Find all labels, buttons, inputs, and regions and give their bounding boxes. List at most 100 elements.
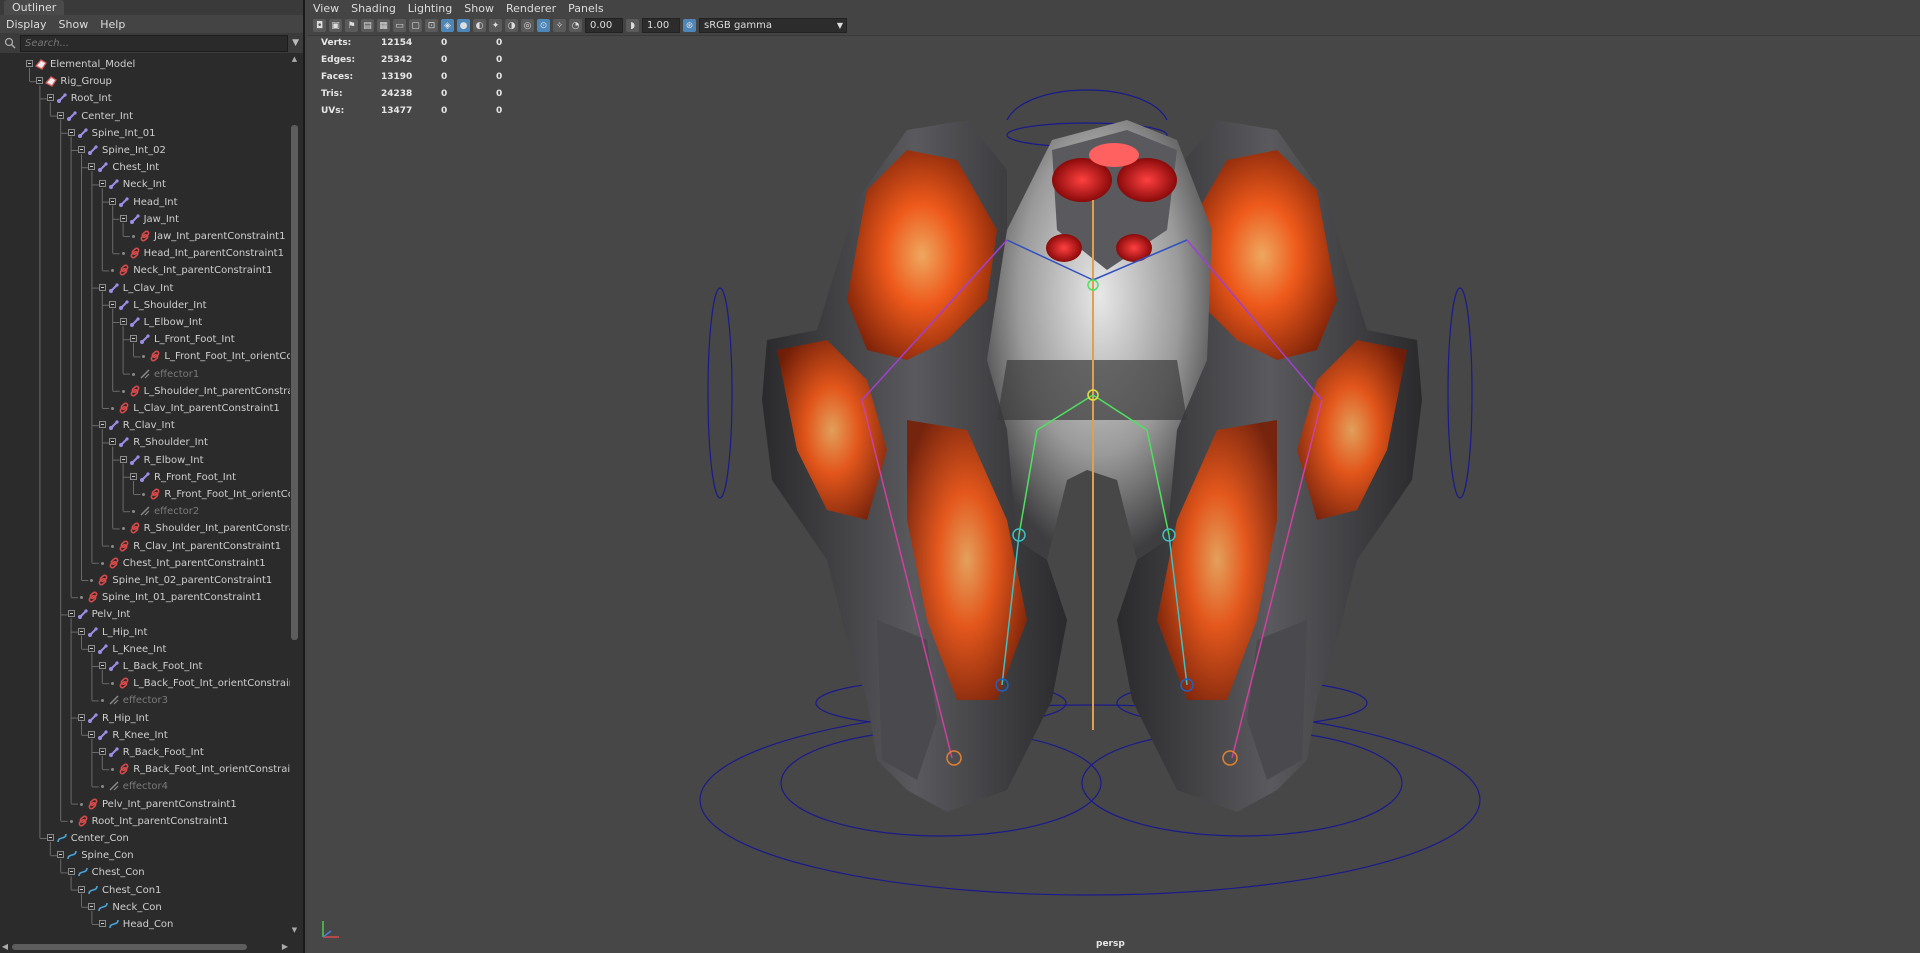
scroll-up-arrow-icon[interactable]: ▲ <box>290 55 299 64</box>
collapse-toggle-icon[interactable] <box>109 438 117 446</box>
collapse-toggle-icon[interactable] <box>98 283 106 291</box>
outliner-item[interactable]: Jaw_Int <box>0 211 290 228</box>
film-gate-icon[interactable]: ▭ <box>393 19 406 32</box>
outliner-item[interactable]: L_Clav_Int_parentConstraint1 <box>0 400 290 417</box>
outliner-horizontal-scrollbar[interactable]: ◀ ▶ <box>0 941 290 953</box>
outliner-item[interactable]: Chest_Con <box>0 864 290 881</box>
menu-lighting[interactable]: Lighting <box>402 2 458 15</box>
menu-renderer[interactable]: Renderer <box>500 2 562 15</box>
outliner-item[interactable]: L_Front_Foot_Int <box>0 331 290 348</box>
scroll-down-arrow-icon[interactable]: ▼ <box>290 926 299 935</box>
outliner-tab[interactable]: Outliner <box>4 0 65 15</box>
outliner-item[interactable]: R_Front_Foot_Int_orientCon <box>0 486 290 503</box>
image-plane-icon[interactable]: ▤ <box>361 19 374 32</box>
outliner-item[interactable]: Pelv_Int_parentConstraint1 <box>0 796 290 813</box>
gamma-icon[interactable]: ◗ <box>626 19 639 32</box>
bookmark-icon[interactable]: ⚑ <box>345 19 358 32</box>
outliner-item[interactable]: Chest_Int <box>0 159 290 176</box>
color-management-icon[interactable]: ⊛ <box>683 19 696 32</box>
outliner-item[interactable]: Neck_Int_parentConstraint1 <box>0 262 290 279</box>
collapse-toggle-icon[interactable] <box>119 214 127 222</box>
collapse-toggle-icon[interactable] <box>67 610 75 618</box>
resolution-gate-icon[interactable]: ▢ <box>409 19 422 32</box>
xray-joints-icon[interactable]: ✧ <box>553 19 566 32</box>
collapse-toggle-icon[interactable] <box>98 421 106 429</box>
search-input[interactable]: Search... <box>20 34 289 52</box>
outliner-item[interactable]: Spine_Int_01 <box>0 125 290 142</box>
collapse-toggle-icon[interactable] <box>88 163 96 171</box>
gamma-field[interactable]: 1.00 <box>642 18 680 33</box>
outliner-item[interactable]: Root_Int_parentConstraint1 <box>0 813 290 830</box>
collapse-toggle-icon[interactable] <box>57 851 65 859</box>
outliner-item[interactable]: R_Clav_Int_parentConstraint1 <box>0 538 290 555</box>
collapse-toggle-icon[interactable] <box>78 146 85 153</box>
scroll-left-arrow-icon[interactable]: ◀ <box>0 941 10 953</box>
outliner-item[interactable]: L_Knee_Int <box>0 641 290 658</box>
outliner-item[interactable]: effector1 <box>0 366 290 383</box>
outliner-item[interactable]: Elemental_Model <box>0 56 290 73</box>
outliner-item[interactable]: L_Shoulder_Int_parentConstraint <box>0 383 290 400</box>
outliner-item[interactable]: R_Back_Foot_Int_orientConstraint1 <box>0 761 290 778</box>
menu-display[interactable]: Display <box>6 18 47 31</box>
collapse-toggle-icon[interactable] <box>130 472 137 480</box>
collapse-toggle-icon[interactable] <box>98 748 106 755</box>
collapse-toggle-icon[interactable] <box>88 902 96 910</box>
outliner-item[interactable]: Spine_Int_02 <box>0 142 290 159</box>
collapse-toggle-icon[interactable] <box>67 128 75 136</box>
outliner-item[interactable]: effector3 <box>0 692 290 709</box>
outliner-item[interactable]: Pelv_Int <box>0 606 290 623</box>
menu-show[interactable]: Show <box>458 2 500 15</box>
search-options-dropdown-icon[interactable]: ▼ <box>292 38 299 48</box>
outliner-item[interactable]: L_Hip_Int <box>0 624 290 641</box>
isolate-select-icon[interactable]: ⊙ <box>537 19 550 32</box>
safe-action-icon[interactable]: ⊡ <box>425 19 438 32</box>
outliner-item[interactable]: R_Shoulder_Int_parentConstraint <box>0 520 290 537</box>
grid-icon[interactable]: ▦ <box>377 19 390 32</box>
outliner-item[interactable]: Head_Int_parentConstraint1 <box>0 245 290 262</box>
outliner-item[interactable]: Neck_Int <box>0 176 290 193</box>
scroll-right-arrow-icon[interactable]: ▶ <box>280 941 290 953</box>
outliner-item[interactable]: Spine_Int_01_parentConstraint1 <box>0 589 290 606</box>
collapse-toggle-icon[interactable] <box>98 920 106 927</box>
outliner-item[interactable]: R_Front_Foot_Int <box>0 469 290 486</box>
exposure-icon[interactable]: ◔ <box>569 19 582 32</box>
outliner-item[interactable]: Jaw_Int_parentConstraint1 <box>0 228 290 245</box>
outliner-item[interactable]: R_Knee_Int <box>0 727 290 744</box>
menu-show[interactable]: Show <box>59 18 89 31</box>
outliner-item[interactable]: Chest_Int_parentConstraint1 <box>0 555 290 572</box>
camera-attributes-icon[interactable]: ▣ <box>329 19 342 32</box>
outliner-item[interactable]: Center_Int <box>0 108 290 125</box>
collapse-toggle-icon[interactable] <box>57 111 65 119</box>
wireframe-icon[interactable]: ◈ <box>441 19 454 32</box>
shadows-icon[interactable]: ◑ <box>505 19 518 32</box>
viewport-panel[interactable]: View Shading Lighting Show Renderer Pane… <box>307 0 1920 953</box>
lights-icon[interactable]: ✦ <box>489 19 502 32</box>
collapse-toggle-icon[interactable] <box>98 180 106 188</box>
outliner-item[interactable]: effector4 <box>0 778 290 795</box>
collapse-toggle-icon[interactable] <box>119 318 127 325</box>
menu-view[interactable]: View <box>307 2 345 15</box>
camera-select-icon[interactable]: ◘ <box>313 19 326 32</box>
outliner-item[interactable]: R_Elbow_Int <box>0 452 290 469</box>
outliner-item[interactable]: L_Shoulder_Int <box>0 297 290 314</box>
collapse-toggle-icon[interactable] <box>36 77 44 85</box>
outliner-item[interactable]: Spine_Int_02_parentConstraint1 <box>0 572 290 589</box>
menu-shading[interactable]: Shading <box>345 2 402 15</box>
collapse-toggle-icon[interactable] <box>109 300 117 308</box>
collapse-toggle-icon[interactable] <box>88 644 96 652</box>
collapse-toggle-icon[interactable] <box>78 885 85 893</box>
collapse-toggle-icon[interactable] <box>78 627 85 635</box>
collapse-toggle-icon[interactable] <box>88 730 96 738</box>
outliner-item[interactable]: L_Front_Foot_Int_orientCons <box>0 348 290 365</box>
collapse-toggle-icon[interactable] <box>78 713 85 721</box>
outliner-item[interactable]: Neck_Con <box>0 899 290 916</box>
outliner-item[interactable]: effector2 <box>0 503 290 520</box>
menu-panels[interactable]: Panels <box>562 2 609 15</box>
outliner-item[interactable]: R_Hip_Int <box>0 710 290 727</box>
outliner-item[interactable]: Chest_Con1 <box>0 882 290 899</box>
outliner-item[interactable]: Center_Con <box>0 830 290 847</box>
outliner-item[interactable]: R_Clav_Int <box>0 417 290 434</box>
scene-render[interactable] <box>307 0 1920 953</box>
outliner-item[interactable]: L_Clav_Int <box>0 280 290 297</box>
collapse-toggle-icon[interactable] <box>46 834 54 841</box>
